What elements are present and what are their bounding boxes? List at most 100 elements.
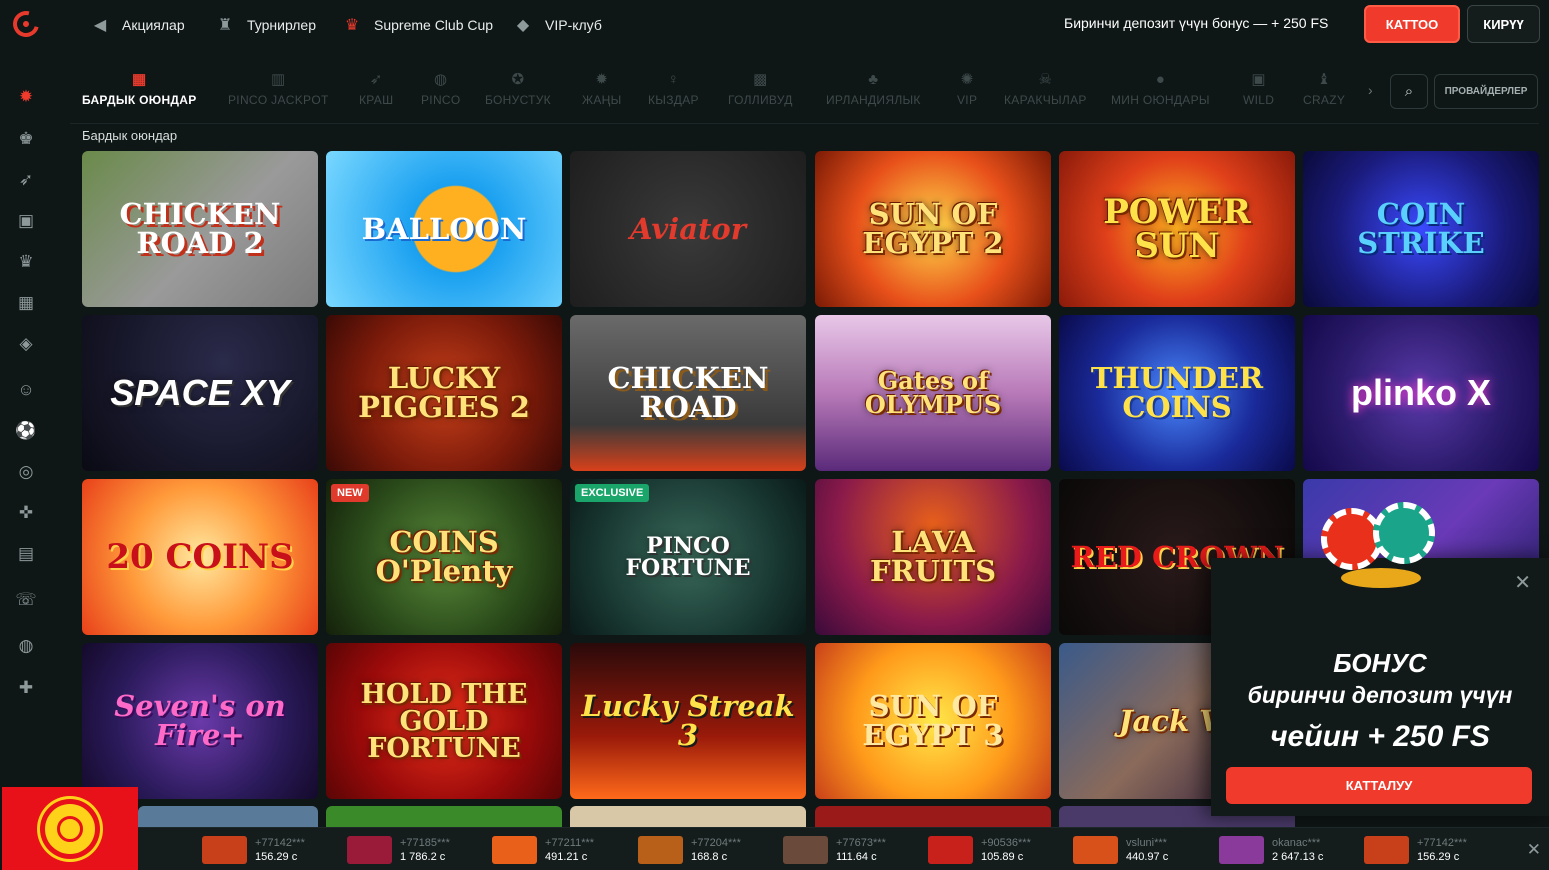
gamepad-icon[interactable]: ✜ xyxy=(13,501,39,525)
megaphone-icon: ◀ xyxy=(93,17,107,34)
game-tile-partial[interactable] xyxy=(138,806,318,827)
pinco-logo[interactable] xyxy=(8,6,44,42)
tab-girls[interactable]: ♀ КЫЗДАР xyxy=(648,68,699,108)
game-tile-space-xy[interactable]: SPACE XY xyxy=(82,315,318,471)
gift-icon[interactable]: ✚ xyxy=(13,676,39,700)
game-thumbnail xyxy=(1073,836,1118,864)
game-tile-coin-strike[interactable]: COIN STRIKE xyxy=(1303,151,1539,307)
game-tile-chicken-road-2[interactable]: CHICKEN ROAD 2 xyxy=(82,151,318,307)
game-tile-partial[interactable] xyxy=(326,806,562,827)
clover-icon: ♣ xyxy=(868,70,879,88)
rocket-icon[interactable]: ➶ xyxy=(13,168,39,192)
tab-bonus[interactable]: ✪ БОНУСТУК xyxy=(485,68,551,107)
ticker-item[interactable]: +77204*** 168.8 c xyxy=(638,836,741,864)
girl-icon: ♀ xyxy=(667,70,680,88)
tab-crazy[interactable]: ♝ CRAZY xyxy=(1303,68,1345,107)
grid-icon: ▦ xyxy=(132,71,147,88)
game-tile-plinko-x[interactable]: plinko X xyxy=(1303,315,1539,471)
diamond-icon: ◆ xyxy=(516,17,530,34)
bonus-popup: ✕ БОНУС биринчи депозит үчүн чейин + 250… xyxy=(1211,502,1549,816)
cup-icon: ♛ xyxy=(344,17,360,34)
game-tile-balloon[interactable]: BALLOON xyxy=(326,151,562,307)
vip-club-link[interactable]: ◆ VIP-клуб xyxy=(511,13,602,37)
game-thumbnail xyxy=(783,836,828,864)
tab-all-games[interactable]: ▦ БАРДЫК ОЮНДАР xyxy=(82,68,197,107)
register-button[interactable]: КАТТОО xyxy=(1364,5,1460,43)
game-tile-hold-the-gold-fortune[interactable]: HOLD THE GOLD FORTUNE xyxy=(326,643,562,799)
game-tile-pinco-fortune[interactable]: EXCLUSIVE PINCO FORTUNE xyxy=(570,479,806,635)
tab-vip[interactable]: ✺ VIP xyxy=(957,68,977,107)
tv-icon[interactable]: ▣ xyxy=(13,209,39,233)
tab-mines[interactable]: ● МИН ОЮНДАРЫ xyxy=(1111,68,1210,108)
pinco-icon: ◍ xyxy=(434,71,448,88)
ticker-item[interactable]: +77142*** 156.29 c xyxy=(202,836,305,864)
tab-crash[interactable]: ➶ КРАШ xyxy=(359,68,393,107)
pinco-icon[interactable]: ◍ xyxy=(13,634,39,658)
kyrgyzstan-flag-icon[interactable] xyxy=(2,787,138,870)
live-dealer-icon[interactable]: ♚ xyxy=(13,127,39,151)
ticker-item[interactable]: +77142*** 156.29 c xyxy=(1364,836,1467,864)
close-icon[interactable]: ✕ xyxy=(1527,840,1541,860)
ticker-item[interactable]: +77185*** 1 786.2 c xyxy=(347,836,450,864)
game-tile-gates-of-olympus[interactable]: Gates of OLYMPUS xyxy=(815,315,1051,471)
game-tile-thunder-coins[interactable]: THUNDER COINS xyxy=(1059,315,1295,471)
ticker-item[interactable]: +77673*** 111.64 c xyxy=(783,836,886,864)
ticker-item[interactable]: vsluni*** 440.97 c xyxy=(1073,836,1168,864)
game-thumbnail xyxy=(928,836,973,864)
promotions-link[interactable]: ◀ Акциялар xyxy=(88,13,185,37)
login-button[interactable]: КИРҮҮ xyxy=(1467,5,1540,43)
target-icon[interactable]: ◎ xyxy=(13,460,39,484)
winners-ticker: +77142*** 156.29 c +77185*** 1 786.2 c +77… xyxy=(138,827,1549,870)
skull-icon: ☠ xyxy=(1038,71,1053,88)
wild-icon: ▣ xyxy=(1251,71,1266,88)
tab-pinco[interactable]: ◍ PINCO xyxy=(421,68,461,107)
bonus-icon: ✪ xyxy=(511,71,525,88)
game-tile-sun-of-egypt-3[interactable]: SUN OF EGYPT 3 xyxy=(815,643,1051,799)
game-tile-20-coins[interactable]: 20 COINS xyxy=(82,479,318,635)
chevron-right-icon[interactable]: › xyxy=(1368,82,1373,98)
game-thumbnail xyxy=(1219,836,1264,864)
tab-robbers[interactable]: ☠ КАРАКЧЫЛАР xyxy=(1004,68,1087,107)
game-tile-chicken-road[interactable]: CHICKEN ROAD xyxy=(570,315,806,471)
trophy-icon: ♜ xyxy=(217,17,233,34)
game-tile-sevens-on-fire[interactable]: Seven's on Fire+ xyxy=(82,643,318,799)
game-thumbnail xyxy=(492,836,537,864)
casino-chip-icon[interactable]: ✹ xyxy=(13,85,39,109)
close-icon[interactable]: ✕ xyxy=(1514,570,1531,595)
tournaments-label: Турнирлер xyxy=(247,17,316,33)
ticker-item[interactable]: okanac*** 2 647.13 c xyxy=(1219,836,1323,864)
game-tile-coins-o-plenty[interactable]: NEW COINS O'Plenty xyxy=(326,479,562,635)
ticker-item[interactable]: +77211*** 491.21 c xyxy=(492,836,594,864)
tab-new[interactable]: ✹ ЖАҢЫ xyxy=(582,68,622,107)
joker-icon[interactable]: ☺ xyxy=(13,378,39,402)
support-icon[interactable]: ☏ xyxy=(13,588,39,612)
signup-button[interactable]: КАТТАЛУУ xyxy=(1226,767,1532,804)
news-icon[interactable]: ▤ xyxy=(13,542,39,566)
tab-pinco-jackpot[interactable]: ▥ PINCO JACKPOT xyxy=(228,68,329,107)
casino-chips-image xyxy=(1311,488,1451,608)
game-tile-lucky-piggies-2[interactable]: LUCKY PIGGIES 2 xyxy=(326,315,562,471)
ticket-icon[interactable]: ◈ xyxy=(13,332,39,356)
game-tile-lucky-streak-3[interactable]: Lucky Streak 3 xyxy=(570,643,806,799)
game-tile-aviator[interactable]: Aviator xyxy=(570,151,806,307)
game-tile-power-sun[interactable]: POWER SUN xyxy=(1059,151,1295,307)
divider xyxy=(70,123,1539,124)
tournaments-link[interactable]: ♜ Турнирлер xyxy=(213,13,316,37)
game-tile-partial[interactable] xyxy=(815,806,1051,827)
tab-irish[interactable]: ♣ ИРЛАНДИЯЛЫК xyxy=(826,68,921,108)
popup-title: БОНУС xyxy=(1333,648,1427,678)
sidebar: ✹ ♚ ➶ ▣ ♛ ▦ ◈ ☺ ⚽ ◎ ✜ ▤ ☏ ◍ ✚ xyxy=(0,0,52,870)
providers-button[interactable]: ПРОВАЙДЕРЛЕР xyxy=(1434,74,1538,109)
tab-wild[interactable]: ▣ WILD xyxy=(1243,68,1274,107)
tab-hollywood[interactable]: ▩ ГОЛЛИВУД xyxy=(728,68,793,107)
game-tile-lava-fruits[interactable]: LAVA FRUITS xyxy=(815,479,1051,635)
game-tile-sun-of-egypt-2[interactable]: SUN OF EGYPT 2 xyxy=(815,151,1051,307)
search-button[interactable]: ⌕ xyxy=(1390,74,1428,109)
supreme-club-cup-link[interactable]: ♛ Supreme Club Cup xyxy=(340,13,493,37)
ticker-item[interactable]: +90536*** 105.89 c xyxy=(928,836,1031,864)
vip-icon[interactable]: ♛ xyxy=(13,250,39,274)
game-tile-partial[interactable] xyxy=(570,806,806,827)
slots-icon[interactable]: ▦ xyxy=(13,291,39,315)
rocket-icon: ➶ xyxy=(369,71,383,88)
soccer-icon[interactable]: ⚽ xyxy=(13,419,39,443)
